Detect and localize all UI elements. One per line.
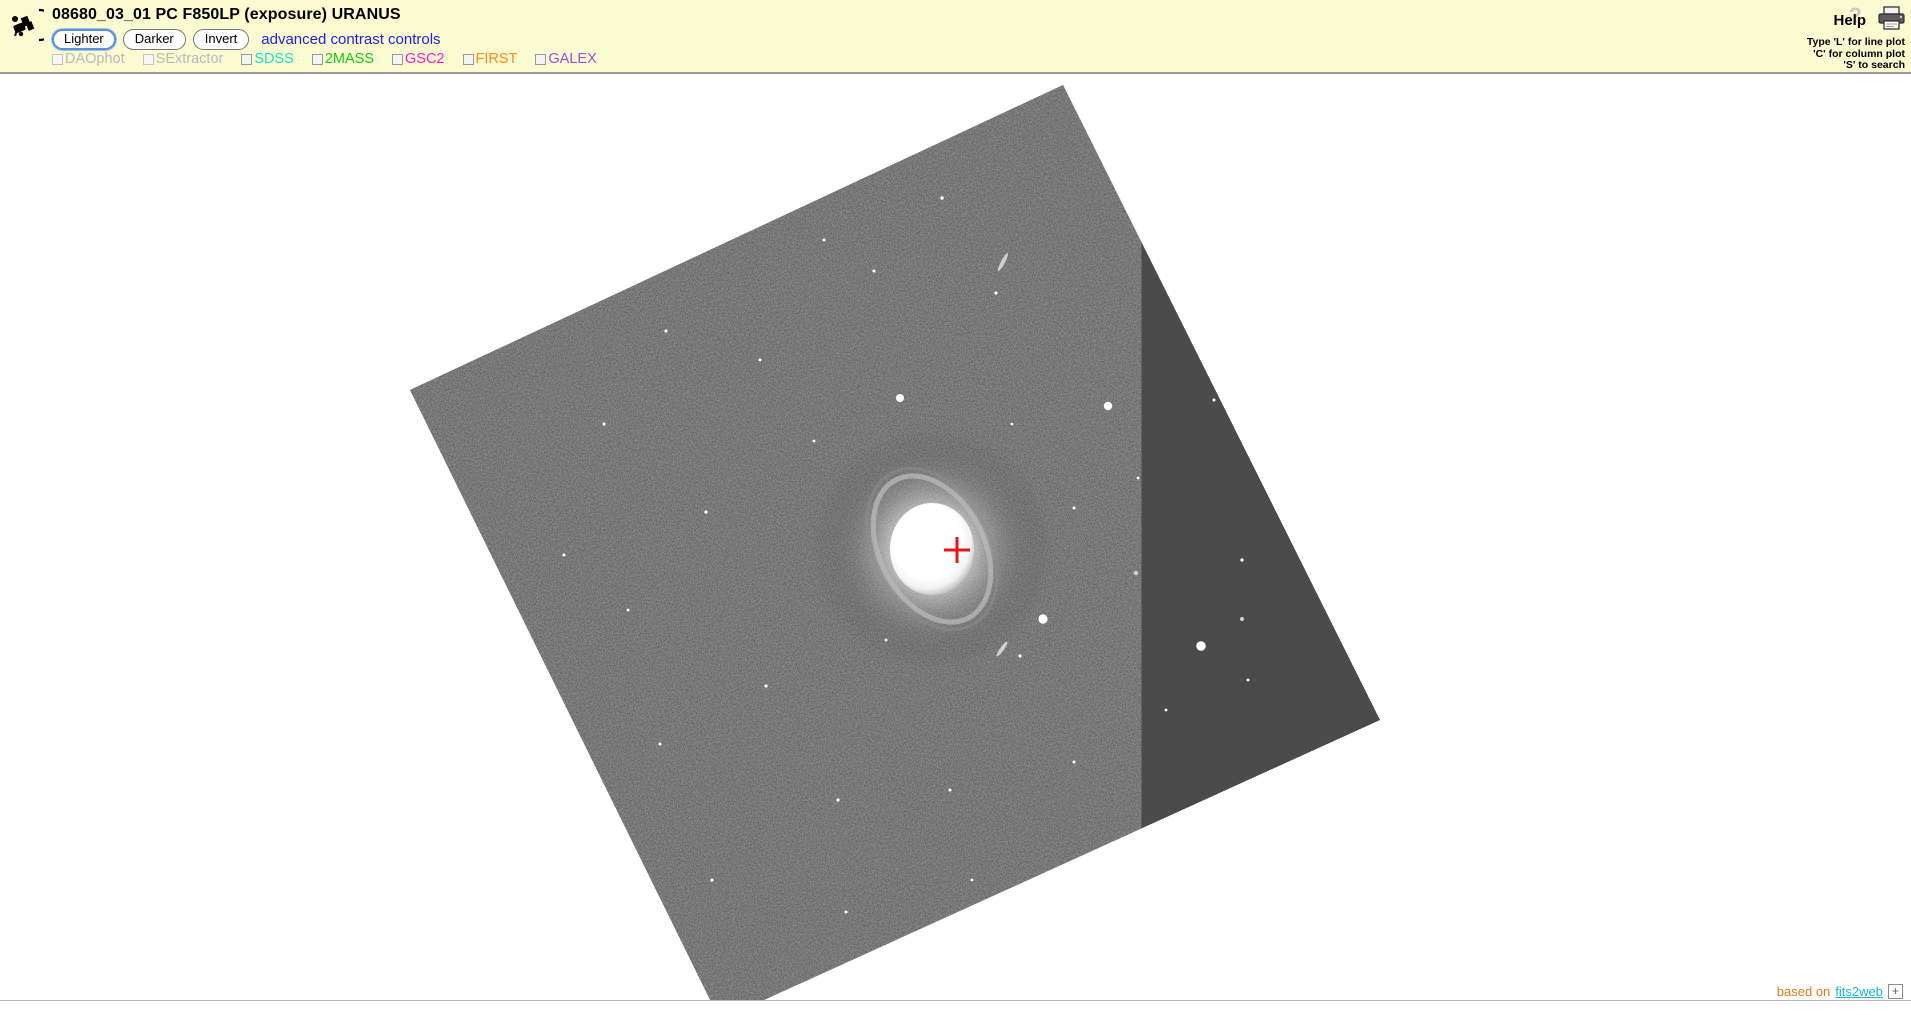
advanced-contrast-controls-link[interactable]: advanced contrast controls	[261, 31, 440, 48]
checkbox-icon	[142, 53, 154, 65]
based-on-label: based on	[1776, 984, 1831, 999]
contrast-controls: Lighter Darker Invert advanced contrast …	[52, 28, 441, 50]
footer-bar	[0, 1000, 1911, 1015]
catalog-label: 2MASS	[324, 51, 375, 67]
expand-plus-button[interactable]: +	[1888, 984, 1903, 999]
invert-button[interactable]: Invert	[192, 28, 250, 50]
lighter-button[interactable]: Lighter	[52, 28, 116, 50]
checkbox-icon[interactable]	[392, 53, 404, 65]
catalog-toggle-first[interactable]: FIRST	[462, 51, 518, 67]
catalog-overlay-checkboxes: DAOphot SExtractor SDSS 2MASS GSC2 FIRST GALEX	[52, 49, 597, 69]
catalog-toggle-sdss[interactable]: SDSS	[241, 51, 294, 67]
catalog-label: GSC2	[405, 51, 445, 67]
catalog-label: DAOphot	[65, 51, 125, 67]
telescope-logo-icon	[6, 6, 58, 44]
uranus-system	[812, 429, 1052, 669]
credit-line: based on fits2web +	[1777, 984, 1903, 999]
fits2web-link[interactable]: fits2web	[1835, 984, 1883, 999]
catalog-toggle-galex[interactable]: GALEX	[535, 51, 597, 67]
page-title: 08680_03_01 PC F850LP (exposure) URANUS	[52, 6, 401, 23]
help-block: ? Help Type 'L' for line plot 'C' for co…	[1806, 3, 1905, 72]
checkbox-icon[interactable]	[462, 53, 474, 65]
keyboard-hint-text: Type 'L' for line plot 'C' for column pl…	[1806, 36, 1905, 72]
fits-image-canvas[interactable]	[0, 76, 1911, 1001]
checkbox-icon[interactable]	[535, 53, 547, 65]
fits-image-uranus[interactable]	[0, 76, 1911, 1001]
catalog-toggle-daophot: DAOphot	[52, 51, 125, 67]
catalog-toggle-gsc2[interactable]: GSC2	[392, 51, 445, 67]
toolbar-header: 08680_03_01 PC F850LP (exposure) URANUS …	[0, 0, 1911, 74]
darker-button[interactable]: Darker	[122, 28, 186, 50]
catalog-label: SExtractor	[155, 51, 224, 67]
catalog-toggle-sextractor: SExtractor	[142, 51, 224, 67]
detector-frame	[410, 85, 1380, 1001]
catalog-label: GALEX	[548, 51, 597, 67]
checkbox-icon[interactable]	[311, 53, 323, 65]
checkbox-icon	[52, 53, 63, 65]
catalog-toggle-2mass[interactable]: 2MASS	[311, 51, 375, 67]
checkbox-icon[interactable]	[241, 53, 253, 65]
catalog-label: SDSS	[254, 51, 294, 67]
hint-line-3: 'S' to search	[1843, 59, 1905, 71]
catalog-label: FIRST	[475, 51, 518, 67]
hint-line-1: Type 'L' for line plot	[1806, 36, 1905, 48]
help-button[interactable]: ? Help	[1833, 3, 1868, 29]
printer-icon[interactable]	[1878, 5, 1905, 35]
